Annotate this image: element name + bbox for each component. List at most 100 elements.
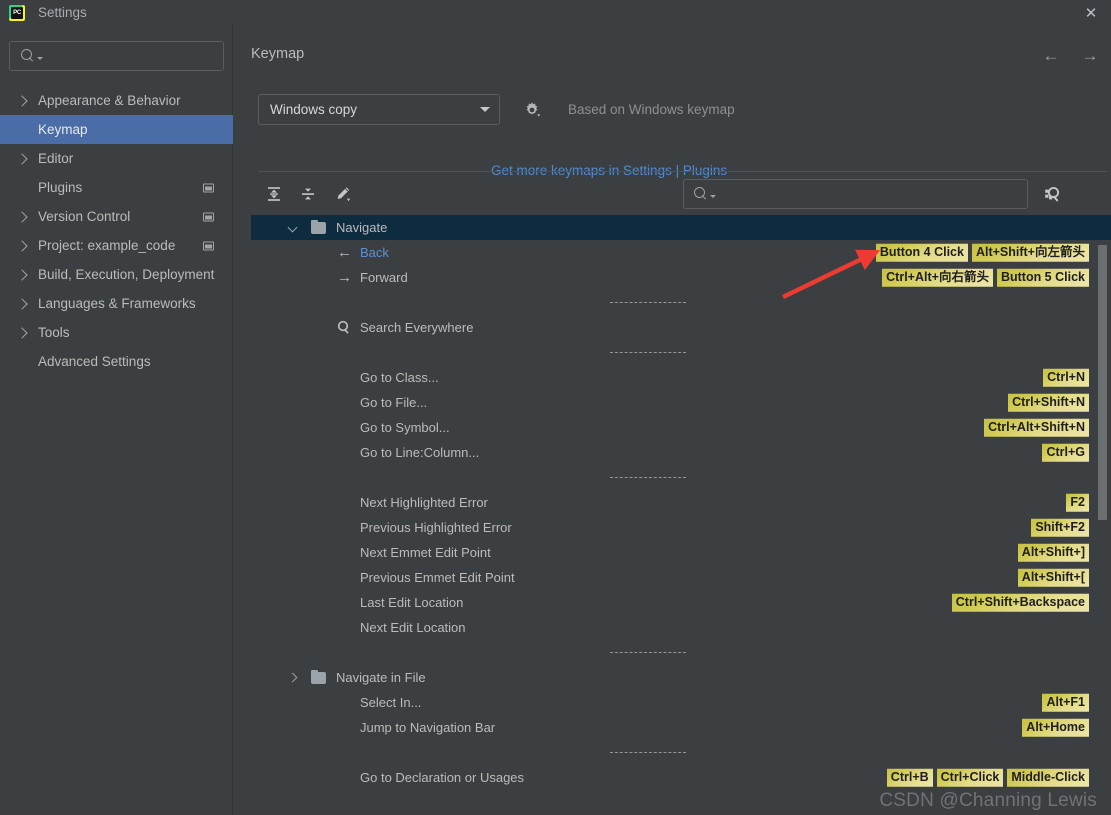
- sidebar-item-plugins[interactable]: Plugins: [0, 173, 233, 202]
- keymap-toolbar: [258, 179, 1107, 211]
- shortcut-badge-group: F2: [1066, 493, 1089, 512]
- sidebar-item-project-example-code[interactable]: Project: example_code: [0, 231, 233, 260]
- tree-action-row[interactable]: Next Emmet Edit Point Alt+Shift+]: [251, 540, 1111, 565]
- tree-action-row[interactable]: → Forward Ctrl+Alt+向右箭头 Button 5 Click: [251, 265, 1111, 290]
- sidebar-search-box[interactable]: [9, 41, 224, 71]
- tree-action-row[interactable]: ← Back Button 4 Click Alt+Shift+向左箭头: [251, 240, 1111, 265]
- shortcut-badge[interactable]: Ctrl+Alt+向右箭头: [882, 268, 993, 287]
- find-actions-by-shortcut-icon[interactable]: [1040, 182, 1064, 206]
- shortcut-badge[interactable]: Alt+F1: [1042, 693, 1089, 712]
- tree-group-row[interactable]: Navigate: [251, 215, 1111, 240]
- edit-shortcut-pencil-icon[interactable]: [329, 181, 357, 207]
- tree-action-row[interactable]: Jump to Navigation Bar Alt+Home: [251, 715, 1111, 740]
- chevron-right-icon[interactable]: [16, 152, 28, 165]
- based-on-label: Based on Windows keymap: [568, 102, 735, 117]
- shortcut-badge[interactable]: Middle-Click: [1007, 768, 1089, 787]
- tree-action-row[interactable]: Next Highlighted Error F2: [251, 490, 1111, 515]
- tree-action-row[interactable]: Go to File... Ctrl+Shift+N: [251, 390, 1111, 415]
- chevron-down-icon[interactable]: [287, 222, 298, 233]
- tree-action-row[interactable]: Previous Highlighted Error Shift+F2: [251, 515, 1111, 540]
- sidebar-item-languages-frameworks[interactable]: Languages & Frameworks: [0, 289, 233, 318]
- tree-scrollbar-thumb[interactable]: [1098, 245, 1107, 520]
- shortcut-badge[interactable]: Ctrl+G: [1042, 443, 1089, 462]
- expand-all-icon[interactable]: [260, 181, 288, 207]
- tree-action-label: Previous Emmet Edit Point: [360, 570, 515, 585]
- sidebar-nav-list: Appearance & Behavior Keymap Editor Plugins…: [0, 86, 233, 376]
- shortcut-badge[interactable]: Ctrl+Shift+N: [1008, 393, 1089, 412]
- shortcut-badge[interactable]: Ctrl+N: [1043, 368, 1089, 387]
- tree-group-row[interactable]: Navigate in File: [251, 665, 1111, 690]
- shortcut-badge-group: Ctrl+Alt+Shift+N: [984, 418, 1089, 437]
- plugin-marker-icon: [203, 241, 214, 250]
- sidebar-item-advanced-settings[interactable]: Advanced Settings: [0, 347, 233, 376]
- sidebar-item-editor[interactable]: Editor: [0, 144, 233, 173]
- shortcut-badge[interactable]: Alt+Shift+向左箭头: [971, 243, 1089, 262]
- tree-separator: [251, 740, 1111, 765]
- chevron-right-icon[interactable]: [16, 326, 28, 339]
- sidebar-item-appearance-behavior[interactable]: Appearance & Behavior: [0, 86, 233, 115]
- chevron-down-icon: [480, 107, 490, 112]
- search-icon: [693, 186, 709, 202]
- shortcut-badge[interactable]: Alt+Shift+[: [1017, 568, 1089, 587]
- shortcut-badge[interactable]: Ctrl+Alt+Shift+N: [984, 418, 1089, 437]
- shortcut-badge[interactable]: Button 4 Click: [875, 243, 968, 262]
- back-arrow-icon[interactable]: ←: [1038, 45, 1064, 67]
- shortcut-badge[interactable]: Button 5 Click: [996, 268, 1089, 287]
- shortcut-badge[interactable]: Shift+F2: [1031, 518, 1089, 537]
- sidebar-item-tools[interactable]: Tools: [0, 318, 233, 347]
- search-icon: [20, 48, 36, 64]
- chevron-right-icon[interactable]: [16, 210, 28, 223]
- shortcut-badge-group: Ctrl+B Ctrl+Click Middle-Click: [886, 768, 1089, 787]
- sidebar-item-build-execution-deployment[interactable]: Build, Execution, Deployment: [0, 260, 233, 289]
- tree-action-row[interactable]: Next Edit Location: [251, 615, 1111, 640]
- chevron-right-icon[interactable]: [16, 297, 28, 310]
- tree-action-label: Next Highlighted Error: [360, 495, 488, 510]
- tree-action-row[interactable]: Go to Declaration or Usages Ctrl+B Ctrl+Cl…: [251, 765, 1111, 790]
- tree-action-label: Go to Declaration or Usages: [360, 770, 525, 785]
- shortcut-badge-group: Shift+F2: [1031, 518, 1089, 537]
- tree-action-label: Search Everywhere: [360, 320, 474, 335]
- tree-action-row[interactable]: Search Everywhere: [251, 315, 1111, 340]
- chevron-right-icon[interactable]: [287, 672, 298, 683]
- sidebar-item-keymap[interactable]: Keymap: [0, 115, 233, 144]
- tree-action-row[interactable]: Go to Symbol... Ctrl+Alt+Shift+N: [251, 415, 1111, 440]
- separator-dashes: [610, 302, 686, 303]
- chevron-right-icon[interactable]: [16, 268, 28, 281]
- tree-separator: [251, 640, 1111, 665]
- tree-scrollbar[interactable]: [1098, 215, 1107, 795]
- separator-dashes: [610, 652, 686, 653]
- shortcut-badge[interactable]: Ctrl+B: [886, 768, 933, 787]
- shortcut-badge[interactable]: Ctrl+Click: [936, 768, 1004, 787]
- keymap-select[interactable]: Windows copy: [258, 94, 500, 125]
- tree-action-label: Go to Symbol...: [360, 420, 450, 435]
- chevron-right-icon[interactable]: [16, 239, 28, 252]
- forward-arrow-icon[interactable]: →: [1077, 45, 1103, 67]
- tree-action-label: Go to Line:Column...: [360, 445, 480, 460]
- tree-action-row[interactable]: Last Edit Location Ctrl+Shift+Backspace: [251, 590, 1111, 615]
- gear-icon[interactable]: [522, 100, 542, 120]
- shortcut-badge[interactable]: Alt+Shift+]: [1017, 543, 1089, 562]
- collapse-all-icon[interactable]: [294, 181, 322, 207]
- tree-action-row[interactable]: Select In... Alt+F1: [251, 690, 1111, 715]
- close-icon[interactable]: ✕: [1071, 0, 1111, 25]
- separator-dashes: [610, 352, 686, 353]
- chevron-right-icon[interactable]: [16, 94, 28, 107]
- sidebar-item-label: Advanced Settings: [38, 354, 151, 369]
- shortcut-badge-group: Ctrl+Shift+Backspace: [951, 593, 1089, 612]
- shortcut-badge-group: Alt+Home: [1022, 718, 1089, 737]
- shortcut-badge-group: Button 4 Click Alt+Shift+向左箭头: [875, 243, 1089, 262]
- sidebar-item-label: Plugins: [38, 180, 83, 195]
- settings-window: PC Settings ✕ Appearance & Behavior Keyma…: [0, 0, 1111, 815]
- tree-action-row[interactable]: Go to Class... Ctrl+N: [251, 365, 1111, 390]
- shortcut-filter-input[interactable]: [683, 179, 1028, 209]
- shortcut-badge[interactable]: Alt+Home: [1022, 718, 1089, 737]
- tree-group-label: Navigate: [336, 220, 388, 235]
- shortcut-badge[interactable]: F2: [1066, 493, 1089, 512]
- sidebar-item-version-control[interactable]: Version Control: [0, 202, 233, 231]
- shortcut-badge[interactable]: Ctrl+Shift+Backspace: [951, 593, 1089, 612]
- separator-dashes: [610, 752, 686, 753]
- tree-action-row[interactable]: Go to Line:Column... Ctrl+G: [251, 440, 1111, 465]
- title-bar: PC Settings ✕: [0, 0, 1111, 25]
- tree-action-row[interactable]: Previous Emmet Edit Point Alt+Shift+[: [251, 565, 1111, 590]
- keymap-tree: Navigate ← Back Button 4 Click Alt+Shift+向左箭…: [251, 215, 1111, 815]
